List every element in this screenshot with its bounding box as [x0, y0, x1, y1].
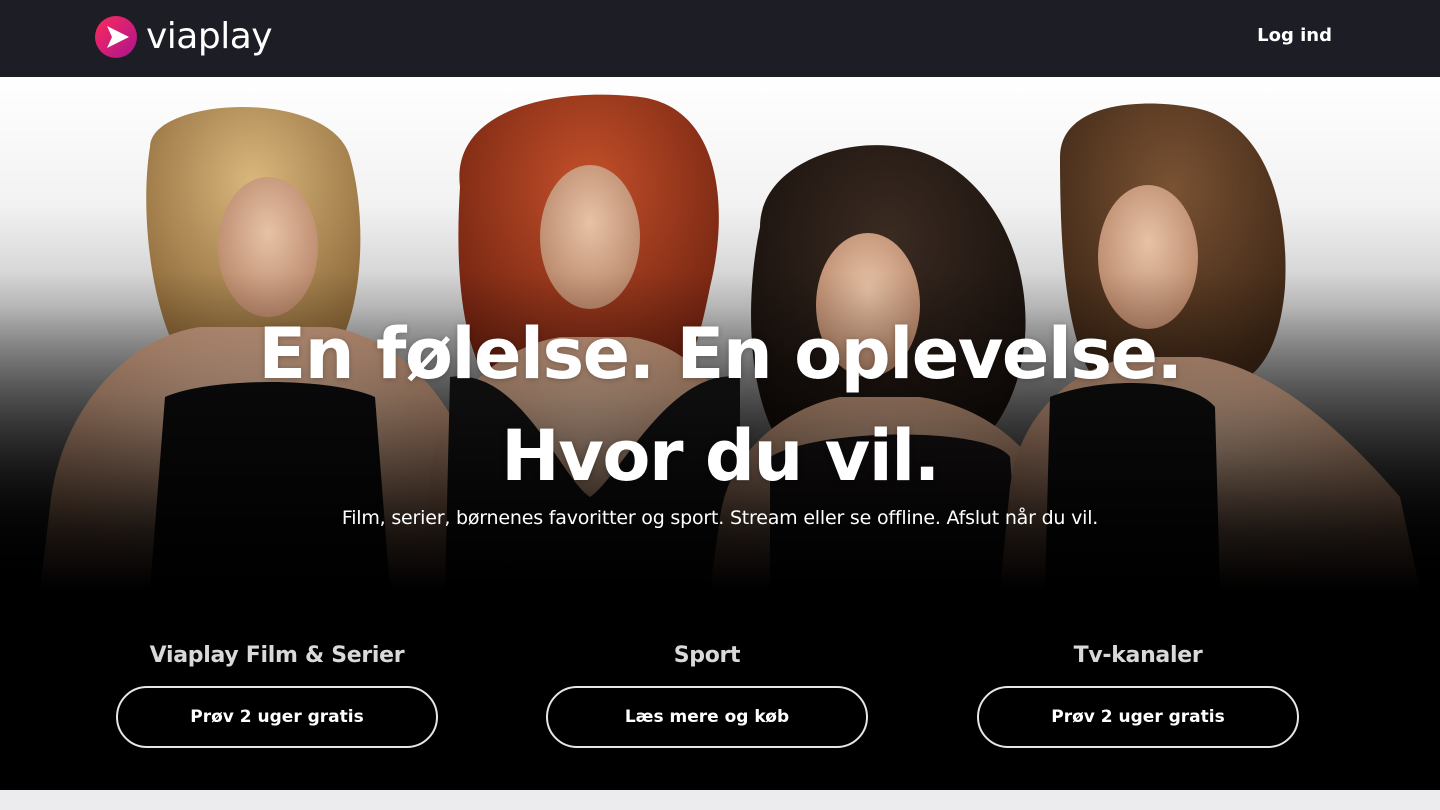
login-link[interactable]: Log ind	[1257, 22, 1332, 50]
offer-section: Viaplay Film & Serier Prøv 2 uger gratis…	[0, 590, 1440, 790]
hero-subline: Film, serier, børnenes favoritter og spo…	[341, 507, 1099, 529]
offer-title: Viaplay Film & Serier	[149, 643, 405, 668]
offer-tv-kanaler: Tv-kanaler Prøv 2 uger gratis	[977, 640, 1299, 748]
offer-sport: Sport Læs mere og køb	[546, 640, 868, 748]
footer-strip	[0, 790, 1440, 810]
offer-title: Tv-kanaler	[1073, 643, 1203, 668]
offer-film-serier: Viaplay Film & Serier Prøv 2 uger gratis	[116, 640, 438, 748]
offer-title: Sport	[673, 643, 741, 668]
hero-headline: En følelse. En oplevelse. Hvor du vil.	[0, 303, 1440, 507]
page: viaplay Log ind En følelse. En oplevelse…	[0, 0, 1440, 810]
try-free-button[interactable]: Prøv 2 uger gratis	[977, 686, 1299, 748]
try-free-button[interactable]: Prøv 2 uger gratis	[116, 686, 438, 748]
read-more-buy-button[interactable]: Læs mere og køb	[546, 686, 868, 748]
logo-wordmark: viaplay	[146, 16, 273, 57]
hero-headline-line-1: En følelse. En oplevelse.	[258, 313, 1183, 395]
top-header: viaplay Log ind	[0, 0, 1440, 77]
viaplay-play-logo-icon	[95, 16, 137, 58]
viaplay-logo-link[interactable]: viaplay	[94, 14, 273, 60]
hero-headline-line-2: Hvor du vil.	[501, 415, 940, 497]
